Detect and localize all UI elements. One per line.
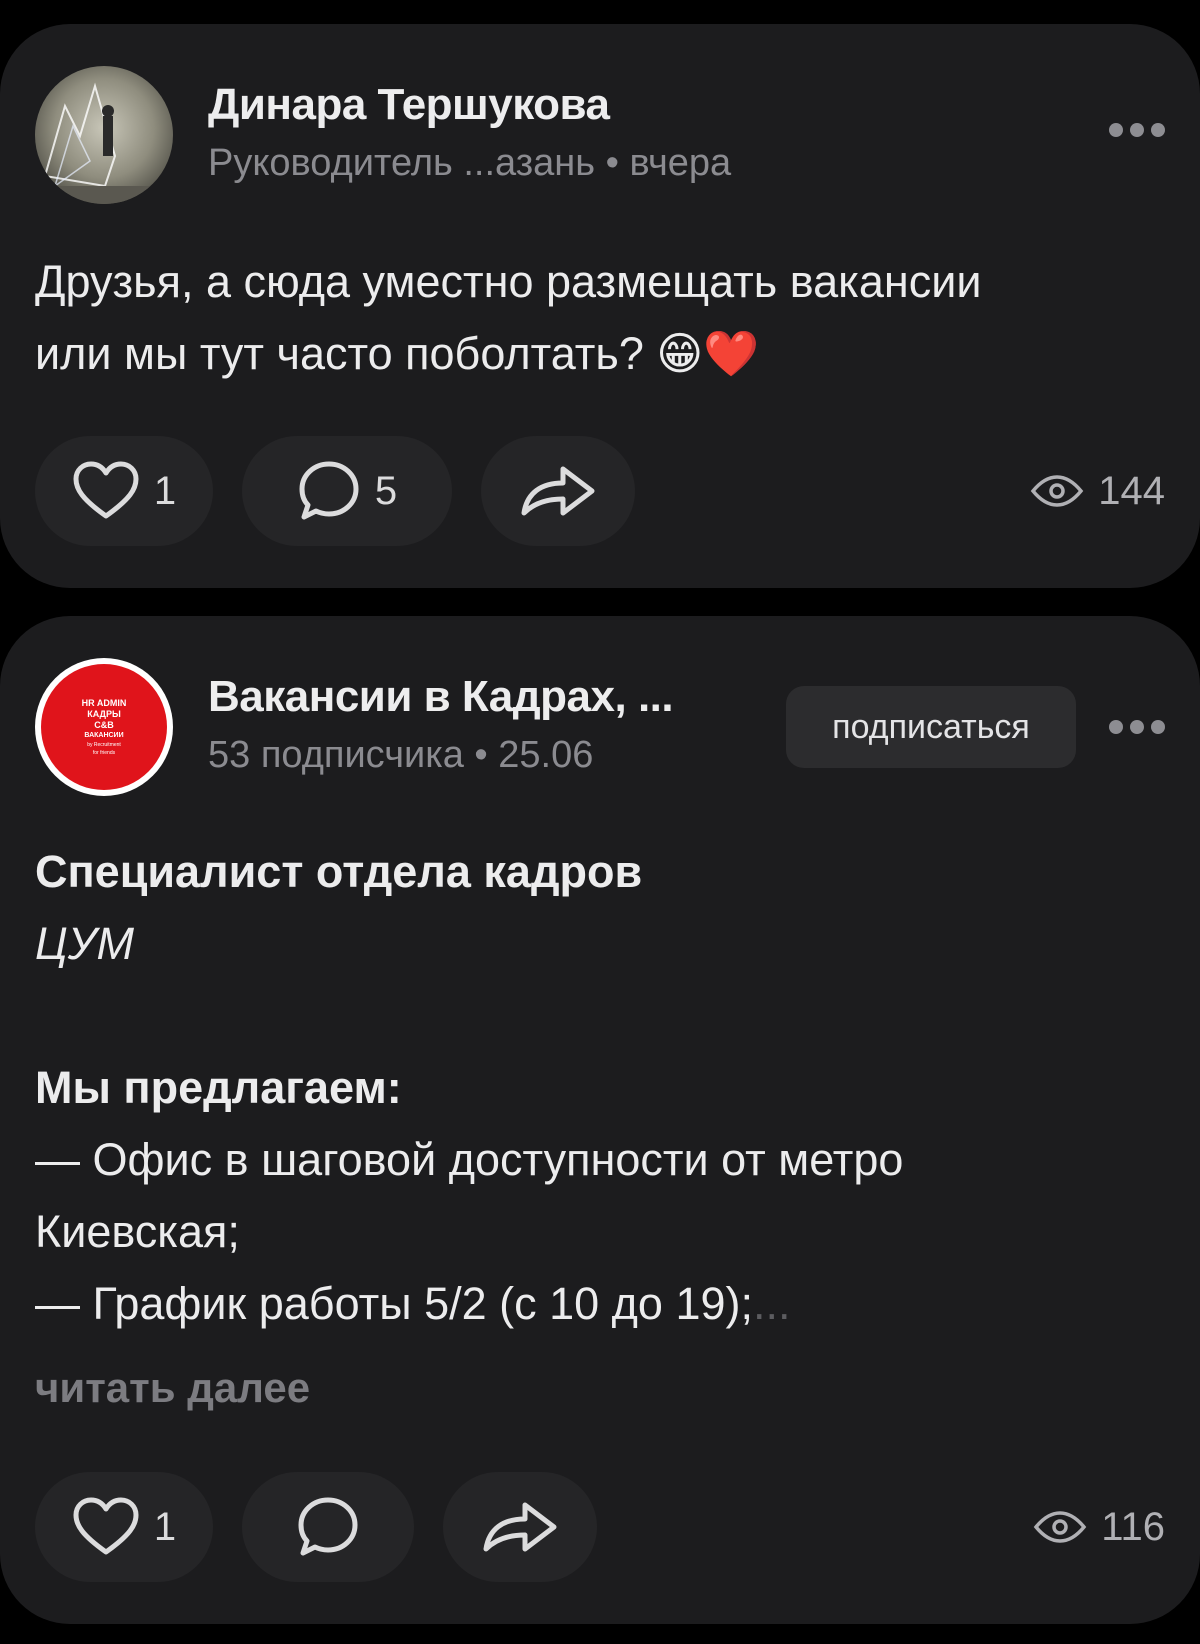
subscribe-button[interactable]: подписаться — [786, 686, 1076, 768]
channel-avatar[interactable]: HR ADMIN КАДРЫ C&B ВАКАНСИИ by Recruitme… — [35, 658, 173, 796]
comment-icon — [298, 1497, 358, 1556]
heart-icon — [73, 1497, 139, 1555]
post-text-line: или мы тут часто поболтать? — [35, 328, 644, 379]
vacancy-company: ЦУМ — [35, 918, 134, 969]
more-icon[interactable] — [1109, 120, 1165, 140]
heart-icon — [73, 461, 139, 519]
like-count: 1 — [153, 1504, 177, 1549]
avatar-caption: HR ADMIN — [81, 697, 127, 708]
emoji: 😁❤️ — [656, 328, 760, 379]
views-counter: 144 — [1030, 436, 1165, 546]
post-text: Друзья, а сюда уместно размещать ваканси… — [35, 246, 1140, 390]
channel-name[interactable]: Вакансии в Кадрах, ... — [208, 672, 674, 722]
like-button[interactable]: 1 — [35, 436, 213, 546]
eye-icon — [1030, 475, 1084, 507]
avatar-caption: C&B — [94, 719, 114, 730]
author-avatar[interactable] — [35, 66, 173, 204]
share-button[interactable] — [443, 1472, 597, 1582]
comment-count: 5 — [374, 468, 398, 513]
truncation-ellipsis: ... — [753, 1278, 791, 1329]
author-meta: Руководитель ...азань • вчера — [208, 142, 732, 184]
offer-heading: Мы предлагаем: — [35, 1062, 402, 1113]
avatar-caption: ВАКАНСИИ — [84, 731, 124, 739]
share-icon — [483, 1502, 557, 1552]
offer-line: — График работы 5/2 (с 10 до 19); — [35, 1278, 754, 1329]
avatar-caption: by Recruitment — [87, 741, 121, 748]
avatar-caption: КАДРЫ — [87, 708, 121, 719]
post-card-2: HR ADMIN КАДРЫ C&B ВАКАНСИИ by Recruitme… — [0, 616, 1200, 1624]
like-count: 1 — [153, 468, 177, 513]
like-button[interactable]: 1 — [35, 1472, 213, 1582]
vacancy-title: Специалист отдела кадров — [35, 846, 643, 897]
views-count: 116 — [1101, 1504, 1165, 1549]
views-count: 144 — [1098, 468, 1165, 513]
comment-icon — [299, 461, 359, 520]
post-text: Специалист отдела кадров ЦУМ Мы предлага… — [35, 836, 1140, 1340]
read-more-link[interactable]: читать далее — [35, 1364, 310, 1412]
channel-meta: 53 подписчика • 25.06 — [208, 734, 594, 776]
comment-button[interactable]: 5 — [242, 436, 452, 546]
offer-line: — Офис в шаговой доступности от метро — [35, 1134, 904, 1185]
views-counter: 116 — [1033, 1472, 1165, 1582]
offer-line: Киевская; — [35, 1206, 240, 1257]
avatar-caption: for friends — [92, 749, 116, 756]
author-name[interactable]: Динара Тершукова — [208, 80, 610, 130]
more-icon[interactable] — [1109, 717, 1165, 737]
post-text-line: Друзья, а сюда уместно размещать ваканси… — [35, 256, 982, 307]
comment-button[interactable] — [242, 1472, 414, 1582]
post-card-1: Динара Тершукова Руководитель ...азань •… — [0, 24, 1200, 588]
eye-icon — [1033, 1511, 1087, 1543]
share-button[interactable] — [481, 436, 635, 546]
share-icon — [521, 466, 595, 516]
